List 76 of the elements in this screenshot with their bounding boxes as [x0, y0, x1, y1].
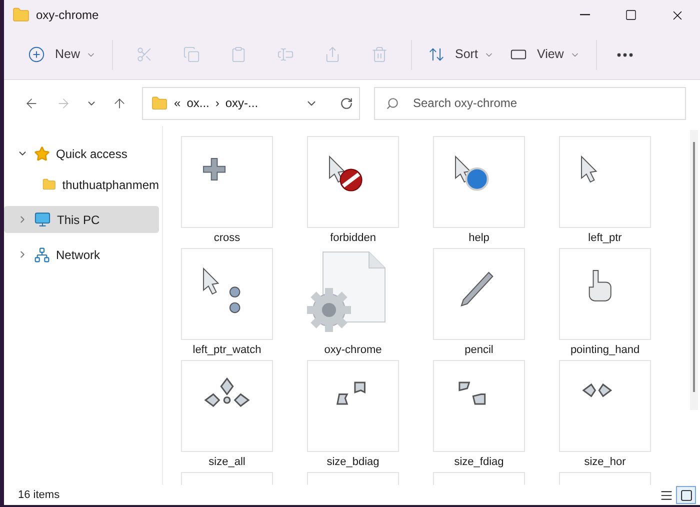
file-name: pencil: [464, 343, 494, 357]
file-name: oxy-chrome: [324, 343, 382, 357]
move-cursor-icon: [204, 377, 250, 407]
file-name: size_bdiag: [326, 455, 380, 469]
share-icon: [324, 46, 342, 63]
file-name: size_fdiag: [454, 455, 504, 469]
list-icon: [660, 488, 672, 502]
thumbnail[interactable]: [433, 248, 525, 340]
large-icons-view-button[interactable]: [676, 486, 696, 504]
thumbnail[interactable]: [307, 136, 399, 228]
search-field[interactable]: Search oxy-chrome: [374, 86, 686, 120]
sidebar-label: This PC: [57, 212, 100, 228]
plus-icon: [203, 158, 226, 181]
cut-icon: [136, 46, 154, 63]
folder-icon: [151, 94, 168, 112]
sidebar-label: thuthuatphanmem: [62, 176, 159, 194]
thumbnail[interactable]: [433, 360, 525, 452]
file-name: left_ptr: [588, 231, 622, 245]
new-button[interactable]: New: [20, 38, 104, 72]
search-icon: [386, 96, 399, 110]
copy-icon: [183, 46, 200, 63]
file-name: size_hor: [584, 455, 626, 469]
rename-icon: [277, 46, 294, 63]
item-count: 16 items: [18, 488, 60, 503]
address-bar[interactable]: « ox... › oxy-...: [142, 86, 360, 120]
file-name: forbidden: [330, 231, 376, 245]
refresh-icon[interactable]: [340, 96, 353, 110]
breadcrumb[interactable]: ox...: [186, 94, 210, 112]
pencil-icon: [460, 272, 494, 307]
arrow-cursor-icon: [581, 155, 598, 183]
breadcrumb[interactable]: ›: [215, 94, 220, 112]
minimize-icon: [580, 14, 590, 16]
paste-icon: [230, 46, 248, 63]
file-name: left_ptr_watch: [192, 343, 262, 357]
sort-button[interactable]: Sort: [420, 38, 502, 72]
breadcrumb[interactable]: «: [174, 94, 181, 112]
thumbnail[interactable]: [307, 360, 399, 452]
folder-icon: [12, 6, 30, 24]
thumbnail[interactable]: [181, 136, 273, 228]
delete-icon: [371, 46, 388, 63]
breadcrumb[interactable]: oxy-...: [225, 94, 258, 112]
sidebar-item[interactable]: Quick access: [4, 140, 159, 167]
settings-file-icon: [307, 252, 386, 332]
sidebar-label: Quick access: [56, 146, 128, 162]
file-name: help: [468, 231, 490, 245]
maximize-icon: [625, 9, 637, 21]
computer-icon: [34, 211, 51, 228]
sidebar-item[interactable]: This PC: [4, 206, 159, 233]
hand-cursor-icon: [588, 270, 612, 302]
square-icon: [680, 488, 692, 502]
busy-cursor-icon: [203, 267, 240, 314]
more-icon: [616, 52, 633, 56]
file-name: size_all: [208, 455, 246, 469]
sidebar-label: Network: [56, 246, 100, 264]
new-icon: [28, 46, 45, 63]
sidebar-item[interactable]: Network: [4, 241, 159, 268]
horizontal-resize-icon: [582, 383, 612, 398]
star-icon: [34, 146, 50, 162]
scrollbar[interactable]: [690, 130, 698, 410]
thumbnail[interactable]: [181, 360, 273, 452]
file-name: pointing_hand: [570, 343, 640, 357]
view-button[interactable]: View: [502, 38, 588, 72]
sidebar-item[interactable]: thuthuatphanmem: [4, 171, 159, 198]
file-name: cross: [214, 231, 240, 245]
help-cursor-icon: [455, 155, 489, 191]
window-title: oxy-chrome: [36, 7, 99, 24]
thumbnail[interactable]: [559, 248, 651, 340]
thumbnail[interactable]: [559, 360, 651, 452]
thumbnail[interactable]: [181, 248, 273, 340]
thumbnail[interactable]: [559, 136, 651, 228]
forbidden-cursor-icon: [329, 155, 362, 192]
diagonal-resize-icon: [458, 382, 486, 405]
network-icon: [34, 246, 50, 262]
diagonal-resize-icon: [336, 382, 366, 405]
thumbnail[interactable]: [433, 136, 525, 228]
sort-icon: [428, 46, 446, 63]
